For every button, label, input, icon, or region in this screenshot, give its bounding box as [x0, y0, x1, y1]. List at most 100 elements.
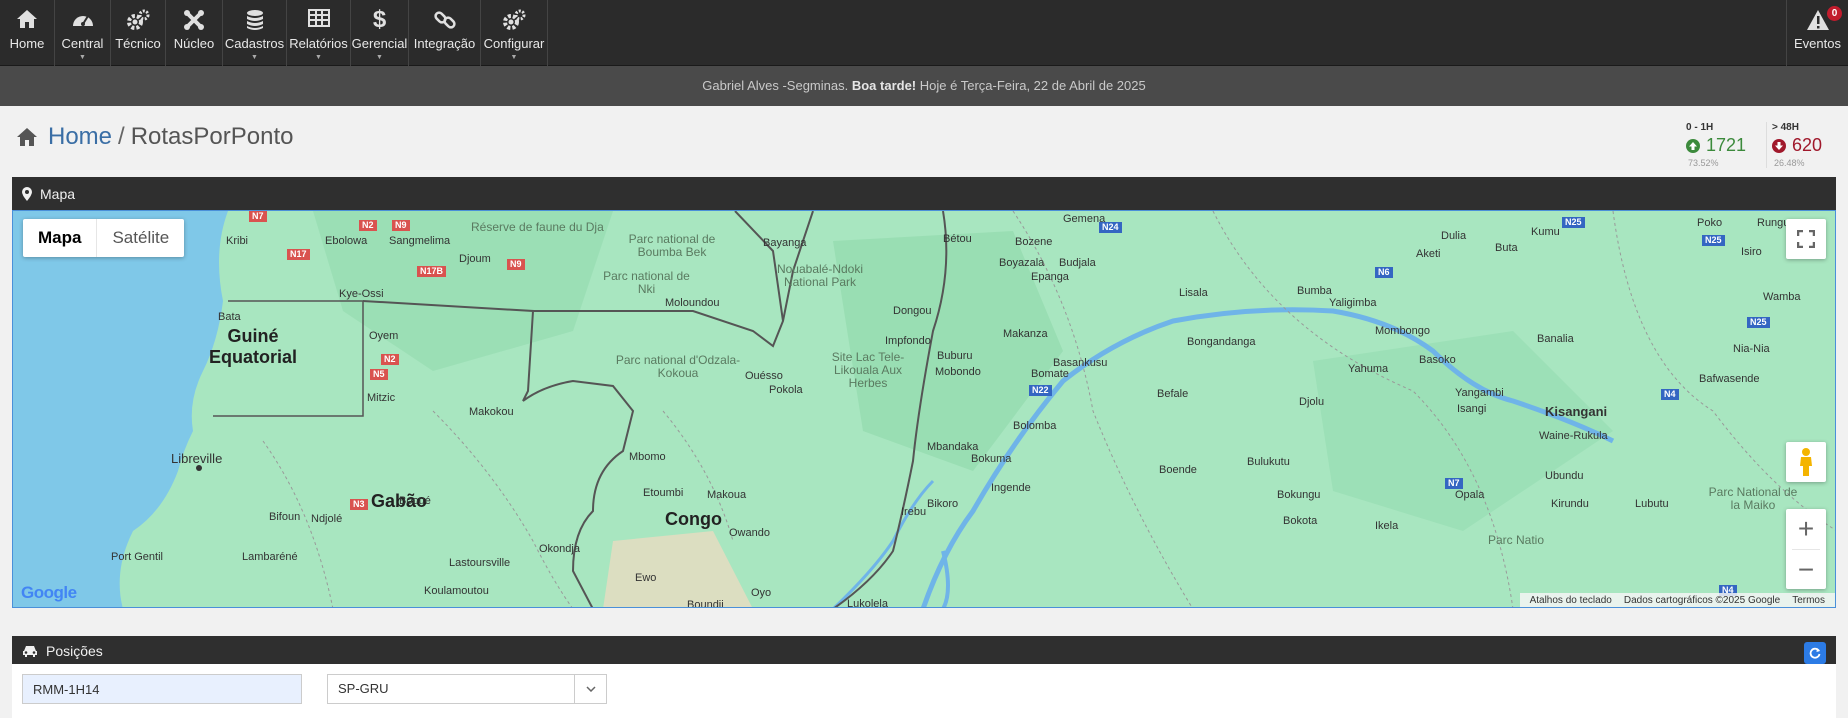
breadcrumb: Home / RotasPorPonto — [16, 122, 293, 152]
nav-label: Configurar — [483, 36, 545, 51]
refresh-button[interactable] — [1804, 642, 1826, 664]
fullscreen-button[interactable] — [1786, 219, 1826, 259]
map-panel-title: Mapa — [40, 185, 76, 202]
city-label: Yahuma — [1348, 363, 1389, 375]
city-label: Libreville — [171, 451, 223, 466]
nav-label: Cadastros — [224, 36, 285, 51]
city-label: Ndjolé — [311, 513, 343, 525]
country-label: Congo — [665, 509, 722, 529]
city-label: Oyem — [369, 330, 399, 342]
map-marker-icon — [22, 186, 32, 201]
nav-label: Central — [61, 36, 104, 51]
city-label: Opala — [1455, 489, 1485, 501]
city-label: Bumba — [1297, 285, 1332, 297]
map-view[interactable]: Guiné Equatorial Gabão Congo Réserve de f… — [12, 210, 1836, 608]
stat-48h[interactable]: > 48H 620 26.48% — [1772, 122, 1848, 170]
city-label: Kribi — [226, 235, 249, 247]
city-label: Lambaréné — [242, 551, 298, 563]
cogs-icon — [127, 9, 150, 30]
city-label: Ubundu — [1545, 470, 1584, 482]
map-type-satellite-button[interactable]: Satélite — [97, 219, 184, 257]
city-label: Djoum — [459, 253, 491, 265]
road-shield: N25 — [1747, 317, 1770, 328]
arrow-circle-up-icon — [1686, 138, 1700, 153]
park-label: Parc national de Nki — [603, 269, 690, 296]
chevron-down-icon — [574, 675, 606, 703]
city-label: Wamba — [1763, 291, 1801, 303]
country-label: Guiné Equatorial — [209, 326, 298, 367]
road-shield: N6 — [1375, 267, 1393, 278]
plate-input[interactable] — [22, 674, 302, 704]
city-label: Dongou — [893, 305, 932, 317]
map-type-map-button[interactable]: Mapa — [23, 219, 98, 257]
nav-integracao[interactable]: Integração — [409, 0, 481, 66]
stat-range: 0 - 1H — [1686, 122, 1714, 133]
arrow-circle-down-icon — [1772, 138, 1786, 153]
nav-label: Eventos — [1794, 36, 1841, 51]
stat-0-1h[interactable]: 0 - 1H 1721 73.52% — [1686, 122, 1766, 170]
city-label: Kisangani — [1545, 404, 1608, 419]
zoom-in-button[interactable]: + — [1786, 509, 1826, 549]
stat-percent: 73.52% — [1688, 158, 1719, 168]
road-shield: N24 — [1099, 222, 1122, 233]
zoom-out-button[interactable]: − — [1786, 550, 1826, 590]
nav-nucleo[interactable]: Núcleo — [166, 0, 223, 66]
road-shield: N5 — [370, 369, 388, 380]
city-label: Bétou — [943, 233, 972, 245]
city-label: Moloundou — [665, 297, 720, 309]
city-label: Dulia — [1441, 230, 1467, 242]
table-icon — [307, 9, 330, 27]
road-shield: N9 — [507, 259, 525, 270]
nav-central[interactable]: Central ▼ — [55, 0, 111, 66]
road-shield: N2 — [359, 220, 377, 231]
terms-link[interactable]: Termos — [1792, 595, 1825, 606]
park-label: Réserve de faune du Dja — [471, 220, 604, 234]
city-label: Mbomo — [629, 451, 666, 463]
greeting-bar: Gabriel Alves -Segminas. Boa tarde! Hoje… — [0, 66, 1848, 106]
stat-percent: 26.48% — [1774, 158, 1805, 168]
park-label: Parc national d'Odzala-Kokoua — [615, 353, 741, 380]
stat-value: 620 — [1792, 135, 1823, 155]
page-title: RotasPorPonto — [130, 123, 294, 150]
street-view-pegman[interactable] — [1786, 442, 1826, 482]
city-label: Bokuma — [971, 453, 1012, 465]
city-label: Bafwasende — [1699, 373, 1760, 385]
google-logo: Google — [21, 583, 77, 602]
city-label: Lastoursville — [449, 557, 511, 569]
keyboard-shortcuts-link[interactable]: Atalhos do teclado — [1530, 595, 1612, 606]
nav-label: Gerencial — [351, 36, 408, 51]
breadcrumb-home-link[interactable]: Home — [48, 123, 112, 151]
nav-eventos[interactable]: 0 Eventos — [1786, 0, 1848, 66]
city-label: Boyazala — [999, 257, 1045, 269]
chevron-down-icon: ▼ — [251, 54, 258, 61]
nav-cadastros[interactable]: Cadastros ▼ — [223, 0, 287, 66]
nav-home[interactable]: Home — [0, 0, 55, 66]
nav-configurar[interactable]: Configurar ▼ — [481, 0, 548, 66]
city-label: Bokota — [1283, 515, 1318, 527]
road-shield: N22 — [1029, 385, 1052, 396]
city-label: Bolomba — [1013, 420, 1057, 432]
road-shield: N25 — [1702, 235, 1725, 246]
city-label: Mombongo — [1375, 325, 1431, 337]
city-label: Lukolela — [847, 598, 888, 608]
map-type-control: Mapa Satélite — [23, 219, 185, 257]
city-label: Lisala — [1179, 287, 1208, 299]
city-label: Befale — [1157, 388, 1189, 400]
city-label: Makanza — [1003, 328, 1048, 340]
city-label: Okondja — [539, 543, 580, 555]
nav-relatorios[interactable]: Relatórios ▼ — [287, 0, 351, 66]
date-text: Hoje é Terça-Feira, 22 de Abril de 2025 — [919, 78, 1146, 93]
road-shield: N7 — [249, 211, 267, 222]
city-label: Impfondo — [885, 335, 931, 347]
top-navbar: Home Central ▼ Técnico Núcleo Cadastros … — [0, 0, 1848, 66]
city-label: Irebu — [901, 506, 927, 518]
city-label: Mbandaka — [927, 441, 979, 453]
nav-gerencial[interactable]: $ Gerencial ▼ — [351, 0, 409, 66]
city-label: Ewo — [635, 572, 657, 584]
city-label: Bomate — [1031, 368, 1069, 380]
city-label: Bifoun — [269, 511, 301, 523]
nav-tecnico[interactable]: Técnico — [111, 0, 166, 66]
city-label: Lubutu — [1635, 498, 1669, 510]
route-select[interactable]: SP-GRU — [327, 674, 607, 704]
city-label: Ouésso — [745, 370, 783, 382]
